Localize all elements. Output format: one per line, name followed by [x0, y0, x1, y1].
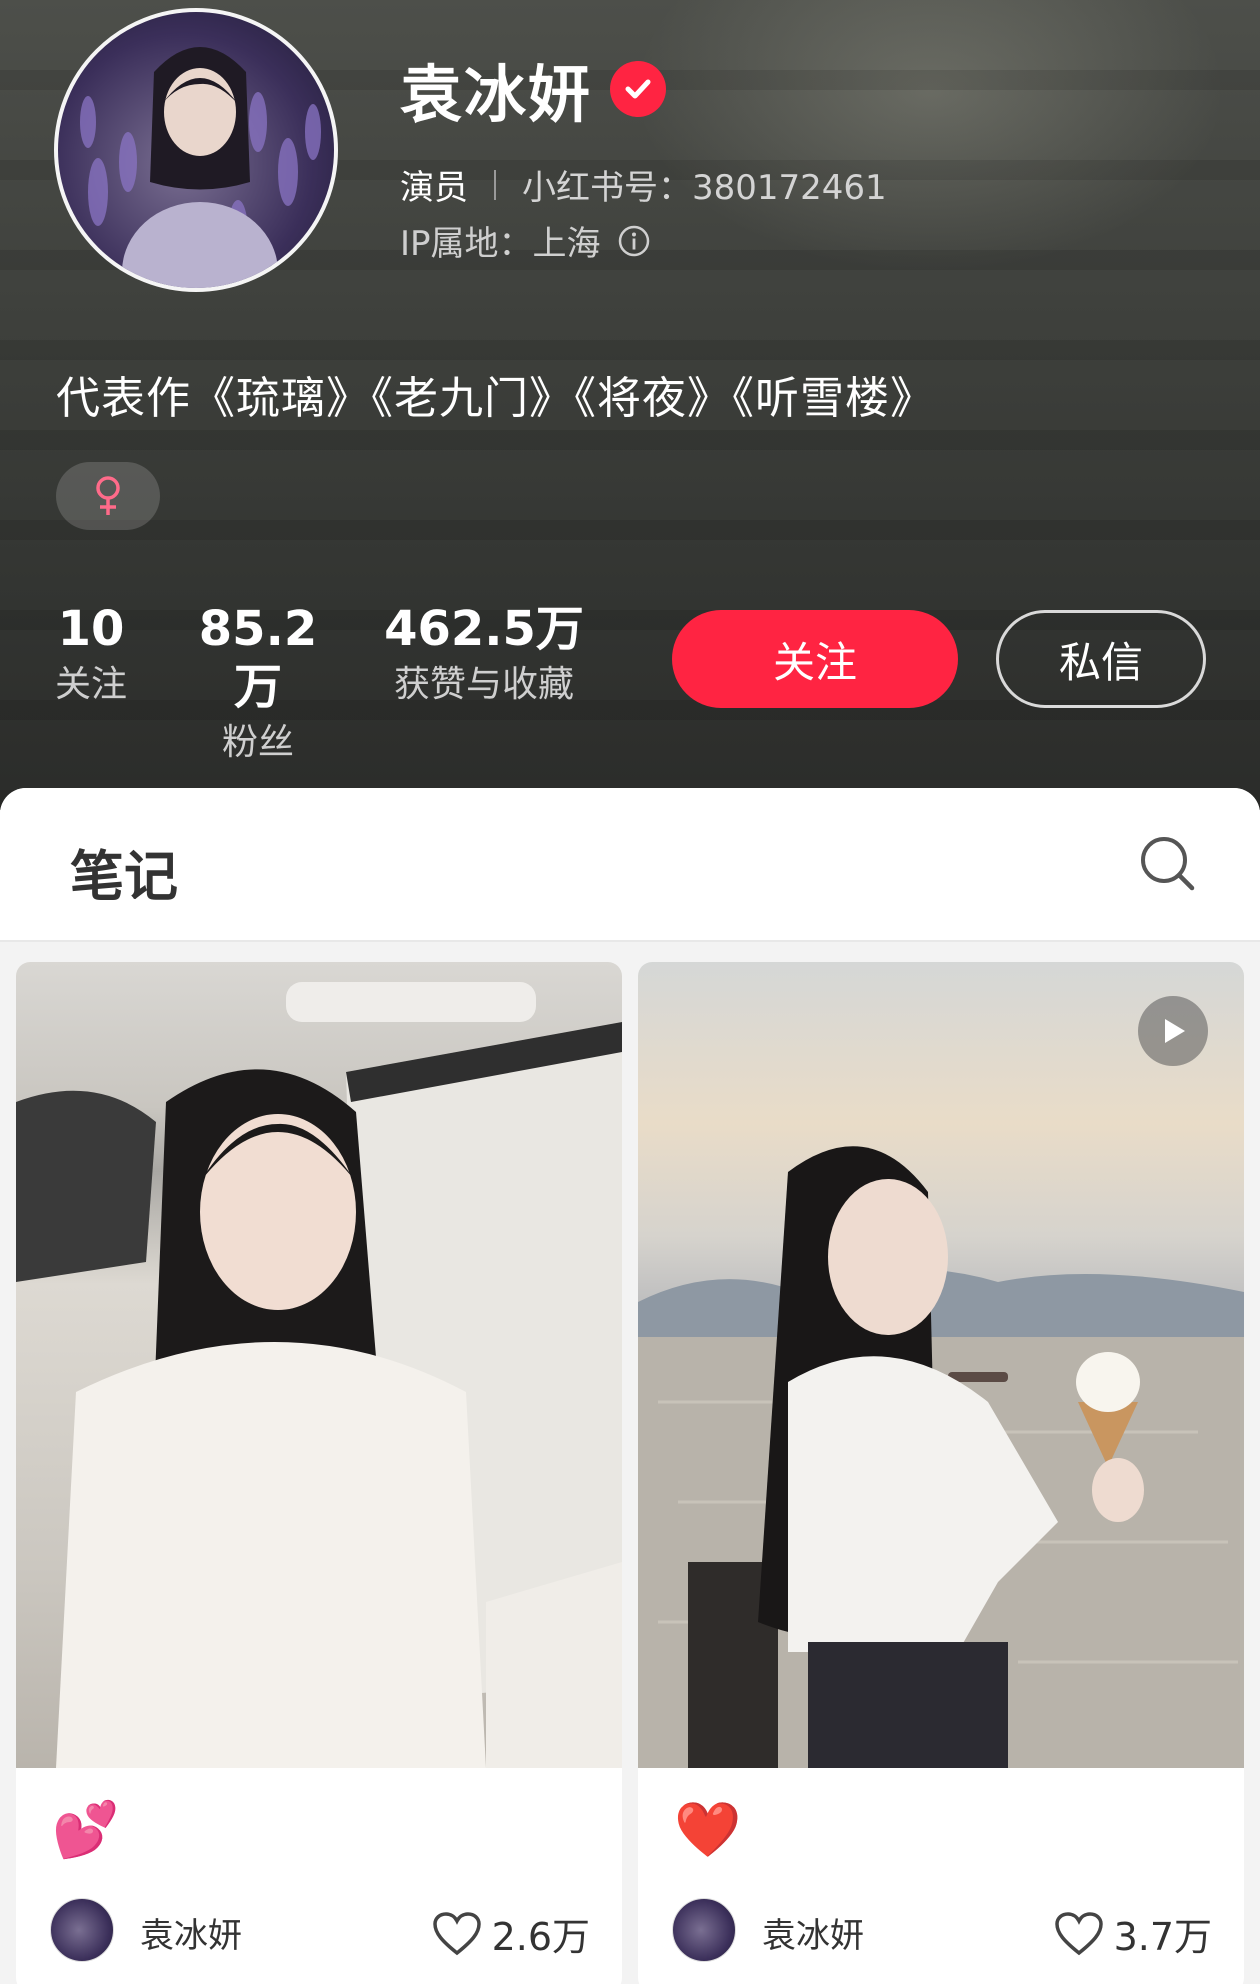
- author-name[interactable]: 袁冰妍: [140, 1908, 242, 1957]
- profile-avatar[interactable]: [54, 8, 338, 292]
- profile-red-id: 小红书号：380172461: [522, 168, 887, 208]
- stat-following-value: 10: [57, 601, 125, 657]
- profile-ip-location: IP属地：上海: [400, 224, 601, 264]
- author-avatar[interactable]: [50, 1898, 114, 1962]
- note-author-row: 袁冰妍 3.7万: [672, 1898, 1232, 1962]
- gender-badge: [56, 462, 160, 530]
- profile-name: 袁冰妍: [400, 58, 593, 131]
- notes-sheet: 笔记 💕 袁冰妍 2.6万 ❤️ 袁冰妍 3.7万: [0, 788, 1260, 1984]
- stat-followers[interactable]: 85.2万 粉丝: [178, 600, 338, 766]
- author-name[interactable]: 袁冰妍: [762, 1908, 864, 1957]
- note-title-emoji: 💕: [52, 1798, 120, 1861]
- like-count: 2.6万: [491, 1915, 590, 1959]
- note-author-row: 袁冰妍 2.6万: [50, 1898, 610, 1962]
- author-avatar[interactable]: [672, 1898, 736, 1962]
- notes-tabbar: 笔记: [0, 788, 1260, 942]
- stat-following-label: 关注: [54, 664, 127, 705]
- like-button[interactable]: 3.7万: [1054, 1906, 1212, 1961]
- follow-button[interactable]: 关注: [672, 610, 958, 708]
- stat-likes-value: 462.5万: [384, 601, 584, 657]
- meta-divider: [494, 169, 496, 200]
- profile-role: 演员: [400, 168, 468, 208]
- tab-notes[interactable]: 笔记: [70, 832, 178, 911]
- play-icon[interactable]: [1138, 996, 1208, 1066]
- note-cover-image[interactable]: [638, 962, 1244, 1768]
- like-count: 3.7万: [1113, 1915, 1212, 1959]
- stat-followers-label: 粉丝: [221, 722, 294, 763]
- female-icon: [96, 476, 120, 515]
- stat-following[interactable]: 10 关注: [50, 600, 132, 708]
- verified-check-icon: [610, 61, 667, 117]
- like-button[interactable]: 2.6万: [432, 1906, 590, 1961]
- info-icon[interactable]: [617, 224, 651, 258]
- search-icon[interactable]: [1136, 832, 1200, 896]
- profile-bio: 代表作《琉璃》《老九门》《将夜》《听雪楼》: [56, 373, 935, 424]
- stat-likes-label: 获赞与收藏: [393, 664, 574, 705]
- profile-meta: 演员 小红书号：380172461: [400, 160, 887, 209]
- note-title-emoji: ❤️: [674, 1798, 742, 1861]
- note-card[interactable]: ❤️ 袁冰妍 3.7万: [638, 962, 1244, 1984]
- profile-header: 袁冰妍 演员 小红书号：380172461 IP属地：上海 代表作《琉璃》《老九…: [0, 0, 1260, 810]
- note-card[interactable]: 💕 袁冰妍 2.6万: [16, 962, 622, 1984]
- note-cover-image[interactable]: [16, 962, 622, 1768]
- stat-likes-collects[interactable]: 462.5万 获赞与收藏: [380, 600, 588, 708]
- profile-ip: IP属地：上海: [400, 216, 651, 265]
- heart-icon: [1054, 1911, 1103, 1955]
- stat-followers-value: 85.2万: [198, 601, 318, 715]
- heart-icon: [432, 1911, 481, 1955]
- message-button[interactable]: 私信: [996, 610, 1206, 708]
